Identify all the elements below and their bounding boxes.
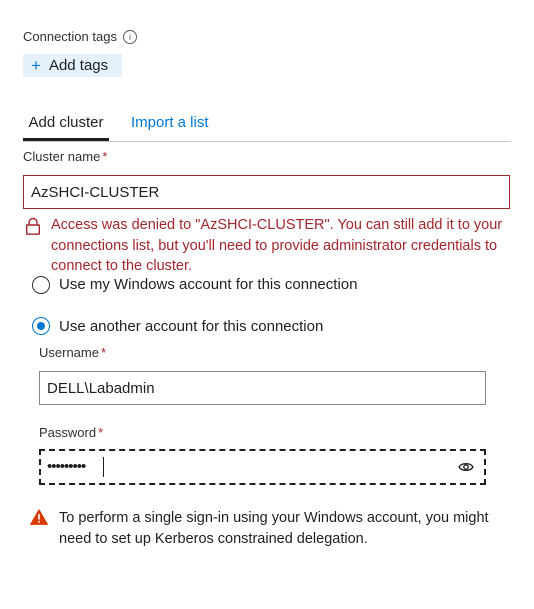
eye-icon[interactable] <box>458 461 474 473</box>
warning-message: To perform a single sign-in using your W… <box>59 510 489 547</box>
plus-icon: + <box>31 56 41 75</box>
another-account-radio[interactable] <box>32 317 50 335</box>
password-input[interactable]: ••••••••• <box>39 449 486 485</box>
text-caret <box>103 457 104 477</box>
error-message: Access was denied to "AzSHCI-CLUSTER". Y… <box>51 217 503 274</box>
windows-account-radio[interactable] <box>32 276 50 294</box>
cluster-name-label: Cluster name * <box>23 149 107 164</box>
required-marker: * <box>102 149 108 164</box>
tab-divider <box>23 141 511 142</box>
connection-tags-label: Connection tags <box>23 29 117 44</box>
add-tags-button[interactable]: + Add tags <box>23 54 122 77</box>
warning-icon <box>30 509 48 525</box>
lock-icon <box>26 217 41 235</box>
windows-account-radio-label[interactable]: Use my Windows account for this connecti… <box>59 276 357 293</box>
tab-import-a-list[interactable]: Import a list <box>131 114 209 131</box>
required-marker: * <box>100 345 107 360</box>
password-masked-value: ••••••••• <box>47 458 86 475</box>
tab-add-cluster[interactable]: Add cluster <box>23 114 109 141</box>
cluster-name-input[interactable] <box>23 175 510 209</box>
cluster-name-label-text: Cluster name <box>23 149 101 164</box>
username-label: Username * <box>39 345 106 360</box>
username-label-text: Username <box>39 345 99 360</box>
info-icon[interactable]: i <box>123 30 137 44</box>
add-tags-label: Add tags <box>48 57 109 74</box>
another-account-radio-label[interactable]: Use another account for this connection <box>59 318 323 335</box>
password-label-text: Password <box>39 425 97 440</box>
username-input[interactable] <box>39 371 486 405</box>
required-marker: * <box>98 425 104 440</box>
password-label: Password * <box>39 425 103 440</box>
